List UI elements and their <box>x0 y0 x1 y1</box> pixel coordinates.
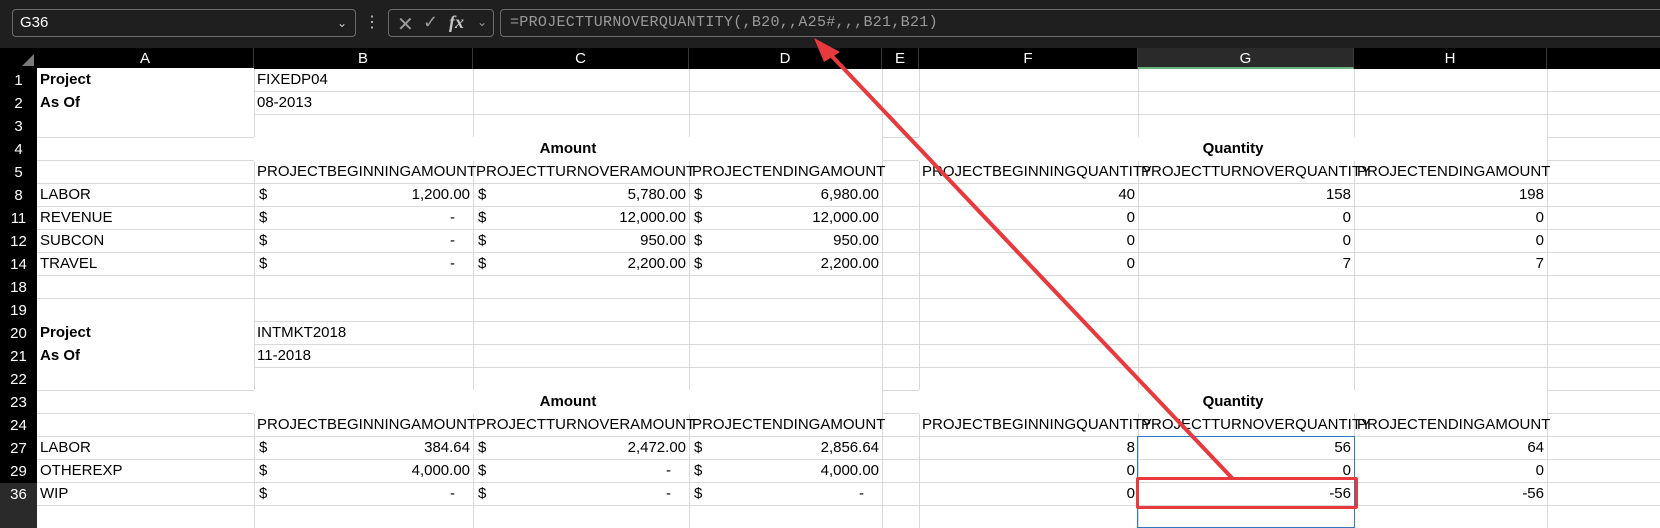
annotation-arrow-icon <box>814 38 1234 480</box>
